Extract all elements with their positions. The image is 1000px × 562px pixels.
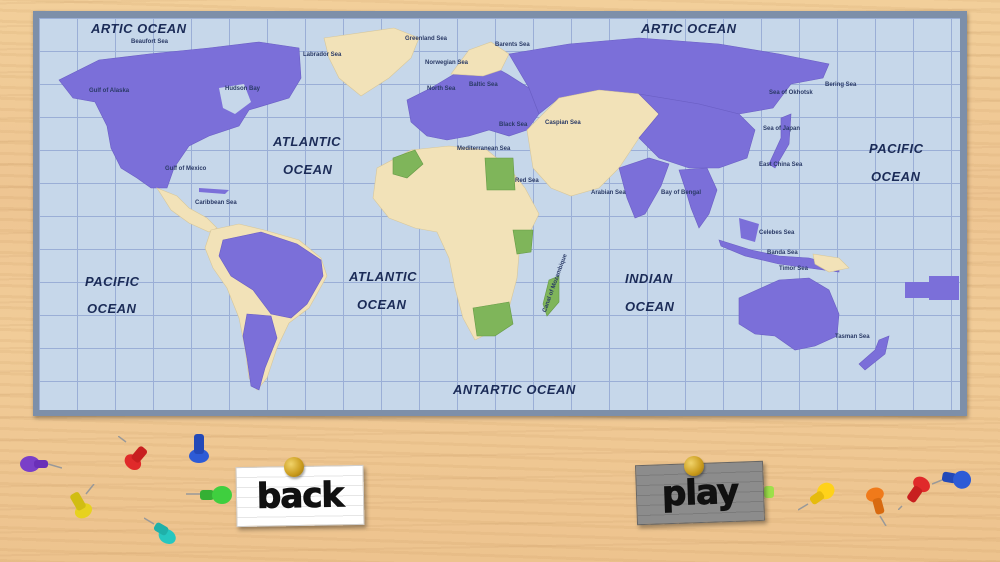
sea-label: Banda Sea	[767, 250, 798, 256]
india-shape	[618, 157, 670, 219]
sea-label: Hudson Bay	[225, 86, 261, 92]
sea-label: Timor Sea	[779, 266, 808, 272]
sea-label: East China Sea	[759, 162, 803, 168]
sea-label: Gulf of Mexico	[165, 166, 207, 172]
sea-label: Arabian Sea	[591, 190, 626, 196]
pushpin-icon	[144, 517, 176, 545]
new-zealand-shape	[858, 335, 890, 371]
world-map: ARTIC OCEAN ARTIC OCEAN ATLANTIC OCEAN P…	[39, 18, 960, 410]
sea-label: Sea of Okhotsk	[769, 90, 813, 96]
ocean-label-pacific-west: PACIFIC	[85, 274, 140, 289]
ocean-label-artic-west: ARTIC OCEAN	[91, 21, 187, 36]
sea-label: Labrador Sea	[303, 52, 342, 58]
ocean-label-atlantic-south-2: OCEAN	[357, 297, 407, 312]
pacific-islands-a	[905, 282, 931, 298]
sea-label: Gulf of Alaska	[89, 88, 130, 94]
sea-label: Mediterranean Sea	[457, 146, 511, 152]
world-map-frame: ARTIC OCEAN ARTIC OCEAN ATLANTIC OCEAN P…	[33, 11, 967, 416]
pushpin-icon	[186, 486, 232, 504]
sea-label: Beaufort Sea	[131, 39, 169, 45]
ocean-label-indian-2: OCEAN	[625, 299, 675, 314]
pushpin-icon	[70, 484, 95, 519]
australia-shape	[738, 277, 840, 351]
ocean-label-pacific-east: PACIFIC	[869, 141, 924, 156]
ocean-label-atlantic-north-2: OCEAN	[283, 162, 333, 177]
pushpin-icon	[118, 436, 148, 471]
se-asia-shape	[678, 167, 718, 229]
ocean-label-pacific-west-2: OCEAN	[87, 301, 137, 316]
pushpin-icon	[189, 434, 209, 463]
south-africa-shape	[472, 301, 514, 337]
pushpin-icon	[20, 456, 62, 472]
pushpin-icon	[898, 476, 930, 510]
play-button-label: play	[661, 471, 739, 515]
sea-label: Barents Sea	[495, 42, 530, 48]
sea-label: Black Sea	[499, 122, 528, 128]
sea-label: Caribbean Sea	[195, 200, 237, 206]
ocean-label-indian: INDIAN	[625, 271, 673, 286]
thumbtack-icon	[284, 457, 304, 477]
pushpin-icon	[932, 470, 972, 489]
back-button-label: back	[256, 475, 344, 517]
sea-label: Caspian Sea	[545, 120, 581, 126]
ocean-label-artic-east: ARTIC OCEAN	[641, 21, 737, 36]
ocean-label-antartic: ANTARTIC OCEAN	[453, 382, 576, 397]
sea-label: Bay of Bengal	[661, 190, 702, 196]
sea-label: Red Sea	[515, 178, 539, 184]
japan-shape	[768, 113, 792, 169]
ocean-label-atlantic-north: ATLANTIC	[273, 134, 342, 149]
central-america-shape	[156, 187, 218, 233]
thumbtack-icon	[684, 456, 704, 476]
sea-label: Celebes Sea	[759, 230, 795, 236]
sea-label: Greenland Sea	[405, 36, 448, 42]
pacific-islands-b	[929, 276, 959, 300]
pushpin-icon	[866, 487, 887, 526]
egypt-shape	[484, 157, 516, 191]
sea-label: North Sea	[427, 86, 456, 92]
sea-label: Bering Sea	[825, 82, 857, 88]
sea-label: Sea of Japan	[763, 126, 801, 132]
ocean-label-pacific-east-2: OCEAN	[871, 169, 921, 184]
sea-label: Baltic Sea	[469, 82, 498, 88]
sea-label: Tasman Sea	[835, 334, 870, 340]
pushpin-icon	[798, 482, 835, 511]
world-map-landmasses	[58, 27, 959, 391]
sea-label: Norwegian Sea	[425, 60, 469, 66]
ocean-label-atlantic-south: ATLANTIC	[349, 269, 418, 284]
